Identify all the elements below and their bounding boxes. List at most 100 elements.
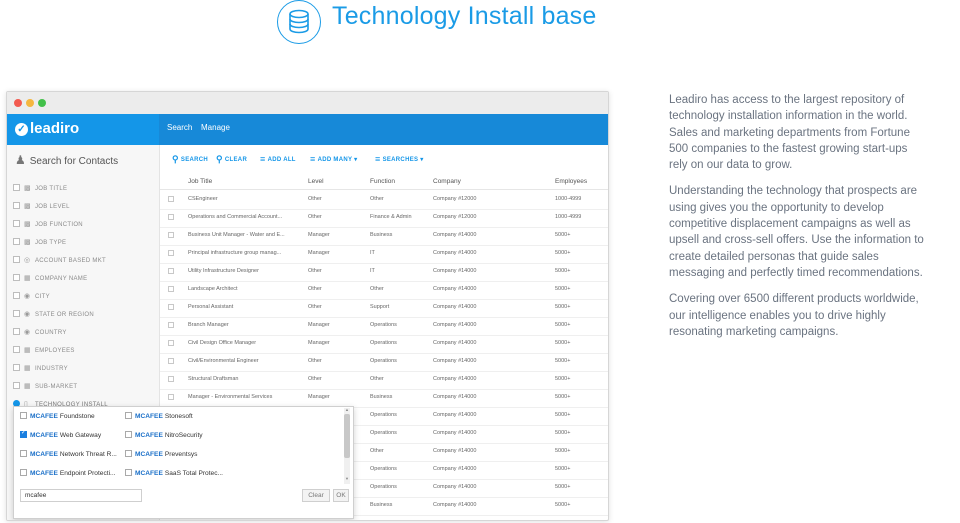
scroll-down-icon[interactable]: ▼ bbox=[344, 476, 350, 481]
filter-sub-market[interactable]: ▦ SUB-MARKET bbox=[13, 382, 77, 396]
option-checkbox[interactable] bbox=[125, 469, 132, 476]
column-header-employees[interactable]: Employees bbox=[555, 178, 605, 185]
cell-level: Manager bbox=[308, 322, 330, 328]
option-checkbox[interactable] bbox=[125, 450, 132, 457]
table-row[interactable]: Personal Assistant Other Support Company #1… bbox=[160, 299, 608, 318]
filter-checkbox[interactable] bbox=[13, 202, 20, 209]
row-checkbox[interactable] bbox=[168, 304, 174, 310]
technology-option[interactable]: MCAFEE SaaS Total Protec... bbox=[125, 469, 223, 483]
row-checkbox[interactable] bbox=[168, 214, 174, 220]
chart-icon: ▩ bbox=[24, 185, 31, 192]
technology-option[interactable]: MCAFEE NitroSecurity bbox=[125, 431, 203, 445]
add-all-button[interactable]: ≡ ADD ALL bbox=[260, 154, 296, 164]
column-header-function[interactable]: Function bbox=[370, 178, 432, 185]
column-header-company[interactable]: Company bbox=[433, 178, 533, 185]
row-checkbox[interactable] bbox=[168, 232, 174, 238]
technology-filter-input[interactable]: mcafee bbox=[20, 489, 142, 502]
technology-option[interactable]: MCAFEE Network Threat R... bbox=[20, 450, 117, 464]
option-checkbox[interactable] bbox=[125, 431, 132, 438]
technology-option[interactable]: MCAFEEWeb Gateway bbox=[20, 429, 101, 445]
filter-company-name[interactable]: ▦ COMPANY NAME bbox=[13, 274, 87, 288]
table-row[interactable]: Branch Manager Manager Operations Company #… bbox=[160, 317, 608, 336]
column-header-level[interactable]: Level bbox=[308, 178, 356, 185]
table-row[interactable]: Landscape Architect Other Other Company #14… bbox=[160, 281, 608, 300]
row-checkbox[interactable] bbox=[168, 358, 174, 364]
filter-checkbox[interactable] bbox=[13, 274, 20, 281]
checked-checkbox[interactable] bbox=[20, 429, 27, 438]
add-all-label: ADD ALL bbox=[267, 157, 296, 163]
filter-label: STATE OR REGION bbox=[35, 312, 94, 318]
table-row[interactable]: Operations and Commercial Account... Othe… bbox=[160, 209, 608, 228]
filter-checkbox[interactable] bbox=[13, 292, 20, 299]
popup-clear-button[interactable]: Clear bbox=[302, 489, 330, 502]
column-header-job-title[interactable]: Job Title bbox=[188, 178, 298, 185]
cell-level: Manager bbox=[308, 232, 330, 238]
cell-employees: 5000+ bbox=[555, 268, 571, 274]
technology-option[interactable]: MCAFEE Preventsys bbox=[125, 450, 197, 464]
table-row[interactable]: Structural Draftsman Other Other Company #1… bbox=[160, 371, 608, 390]
cell-level: Other bbox=[308, 304, 322, 310]
option-checkbox[interactable] bbox=[125, 412, 132, 419]
cell-employees: 5000+ bbox=[555, 466, 571, 472]
technology-option[interactable]: MCAFEE Foundstone bbox=[20, 412, 95, 426]
table-row[interactable]: Business Unit Manager - Water and E... Ma… bbox=[160, 227, 608, 246]
cell-function: Business bbox=[370, 232, 393, 238]
filter-state-or-region[interactable]: ◉ STATE OR REGION bbox=[13, 310, 94, 324]
filter-industry[interactable]: ▦ INDUSTRY bbox=[13, 364, 68, 378]
option-checkbox[interactable] bbox=[20, 412, 27, 419]
filter-checkbox[interactable] bbox=[13, 346, 20, 353]
technology-option[interactable]: MCAFEE Stonesoft bbox=[125, 412, 193, 426]
row-checkbox[interactable] bbox=[168, 394, 174, 400]
popup-scrollbar[interactable]: ▲ ▼ bbox=[344, 407, 350, 484]
filter-job-level[interactable]: ▩ JOB LEVEL bbox=[13, 202, 70, 216]
filter-checkbox[interactable] bbox=[13, 328, 20, 335]
cell-function: Support bbox=[370, 304, 390, 310]
tab-search[interactable]: Search bbox=[167, 123, 192, 132]
filter-employees[interactable]: ▦ EMPLOYEES bbox=[13, 346, 75, 360]
filter-checkbox[interactable] bbox=[13, 238, 20, 245]
row-checkbox[interactable] bbox=[168, 250, 174, 256]
row-checkbox[interactable] bbox=[168, 322, 174, 328]
option-label: Endpoint Protecti... bbox=[59, 470, 116, 477]
app-bar: ✓ leadiro Search Manage bbox=[7, 114, 608, 145]
row-checkbox[interactable] bbox=[168, 286, 174, 292]
scroll-up-icon[interactable]: ▲ bbox=[344, 407, 350, 412]
tab-manage[interactable]: Manage bbox=[201, 123, 230, 132]
clear-button[interactable]: ⚲ CLEAR bbox=[216, 154, 247, 165]
popup-ok-button[interactable]: OK bbox=[333, 489, 349, 502]
filter-job-function[interactable]: ▩ JOB FUNCTION bbox=[13, 220, 83, 234]
filter-checkbox[interactable] bbox=[13, 184, 20, 191]
table-row[interactable]: Civil/Environmental Engineer Other Operati… bbox=[160, 353, 608, 372]
filter-city[interactable]: ◉ CITY bbox=[13, 292, 50, 306]
search-button-label: SEARCH bbox=[180, 157, 209, 163]
row-checkbox[interactable] bbox=[168, 340, 174, 346]
globe-icon: ◉ bbox=[24, 329, 31, 336]
option-checkbox[interactable] bbox=[20, 450, 27, 457]
filter-checkbox[interactable] bbox=[13, 364, 20, 371]
add-many-button[interactable]: ≡ ADD MANY ▾ bbox=[310, 154, 357, 164]
filter-job-title[interactable]: ▩ JOB TITLE bbox=[13, 184, 67, 198]
filter-checkbox[interactable] bbox=[13, 220, 20, 227]
row-checkbox[interactable] bbox=[168, 376, 174, 382]
row-checkbox[interactable] bbox=[168, 196, 174, 202]
table-row[interactable]: Utility Infrastructure Designer Other IT Co… bbox=[160, 263, 608, 282]
filter-checkbox[interactable] bbox=[13, 310, 20, 317]
filter-checkbox[interactable] bbox=[13, 256, 20, 263]
option-checkbox[interactable] bbox=[20, 469, 27, 476]
filter-country[interactable]: ◉ COUNTRY bbox=[13, 328, 67, 342]
scrollbar-thumb[interactable] bbox=[344, 414, 350, 458]
searches-button[interactable]: ≡ SEARCHES ▾ bbox=[375, 154, 424, 164]
filter-account-based-mkt[interactable]: ◎ ACCOUNT BASED MKT bbox=[13, 256, 106, 270]
cell-function: Business bbox=[370, 394, 393, 400]
table-row[interactable]: CSEngineer Other Other Company #12000 1000-4… bbox=[160, 191, 608, 210]
table-row[interactable]: Principal infrastructure group manag... M… bbox=[160, 245, 608, 264]
filter-checkbox[interactable] bbox=[13, 382, 20, 389]
row-checkbox[interactable] bbox=[168, 268, 174, 274]
technology-option[interactable]: MCAFEE Endpoint Protecti... bbox=[20, 469, 116, 483]
table-row[interactable]: Civil Design Office Manager Manager Operat… bbox=[160, 335, 608, 354]
technology-install-popup: MCAFEEFoundstone MCAFEEStonesoft MCAFEEWeb… bbox=[13, 406, 354, 519]
search-button[interactable]: ⚲ SEARCH bbox=[172, 154, 208, 165]
filter-job-type[interactable]: ▩ JOB TYPE bbox=[13, 238, 66, 252]
cell-job-title: Personal Assistant bbox=[188, 304, 234, 310]
cell-employees: 5000+ bbox=[555, 286, 571, 292]
